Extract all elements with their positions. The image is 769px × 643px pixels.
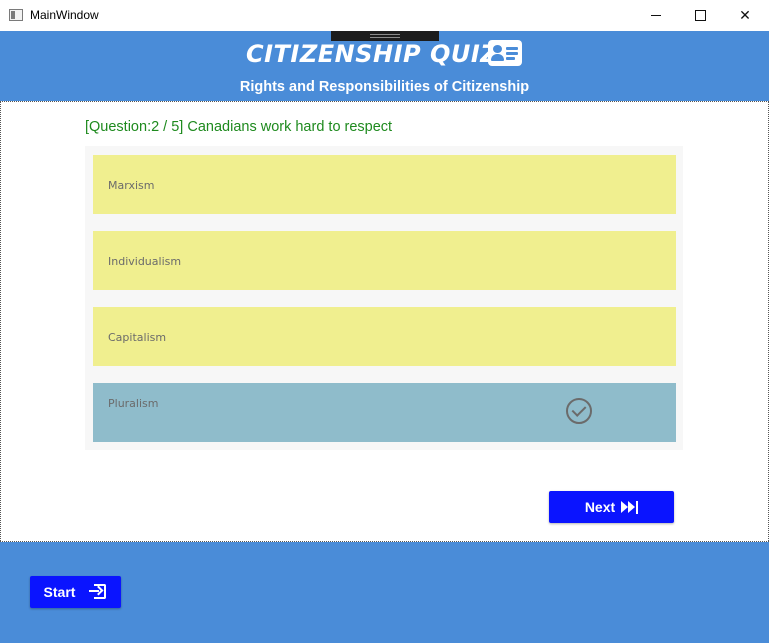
- footer-bar: Start: [0, 542, 769, 643]
- answer-label: Pluralism: [108, 397, 159, 410]
- window-title: MainWindow: [30, 8, 99, 22]
- check-circle-icon: [566, 398, 592, 424]
- minimize-button[interactable]: [633, 0, 679, 31]
- next-button-label: Next: [584, 499, 616, 515]
- answer-option-pluralism[interactable]: Pluralism: [93, 383, 676, 442]
- id-card-icon: [488, 40, 522, 66]
- quiz-header: CITIZENSHIP QUIZ Rights and Responsibili…: [0, 31, 769, 101]
- answer-label: Individualism: [108, 255, 182, 268]
- skip-next-icon: [621, 500, 639, 514]
- login-icon: [89, 584, 107, 600]
- answers-list: Marxism Individualism Capitalism Plurali…: [85, 146, 683, 450]
- start-button-label: Start: [43, 584, 76, 600]
- app-window-icon: [9, 9, 23, 21]
- page-title: CITIZENSHIP QUIZ: [246, 40, 499, 68]
- start-button[interactable]: Start: [30, 576, 121, 608]
- answer-option-capitalism[interactable]: Capitalism: [93, 307, 676, 366]
- answer-label: Capitalism: [108, 331, 167, 344]
- answer-option-marxism[interactable]: Marxism: [93, 155, 676, 214]
- page-subtitle: Rights and Responsibilities of Citizensh…: [239, 79, 530, 95]
- question-text: [Question:2 / 5] Canadians work hard to …: [85, 119, 393, 135]
- close-button[interactable]: ✕: [722, 0, 768, 31]
- maximize-icon: [694, 10, 706, 21]
- next-button[interactable]: Next: [549, 491, 674, 523]
- maximize-button[interactable]: [677, 0, 723, 31]
- quiz-content: [Question:2 / 5] Canadians work hard to …: [0, 101, 769, 542]
- answer-label: Marxism: [108, 179, 155, 192]
- title-bar: MainWindow ✕: [0, 0, 769, 32]
- close-icon: ✕: [739, 7, 751, 24]
- answer-option-individualism[interactable]: Individualism: [93, 231, 676, 290]
- minimize-icon: [651, 15, 661, 16]
